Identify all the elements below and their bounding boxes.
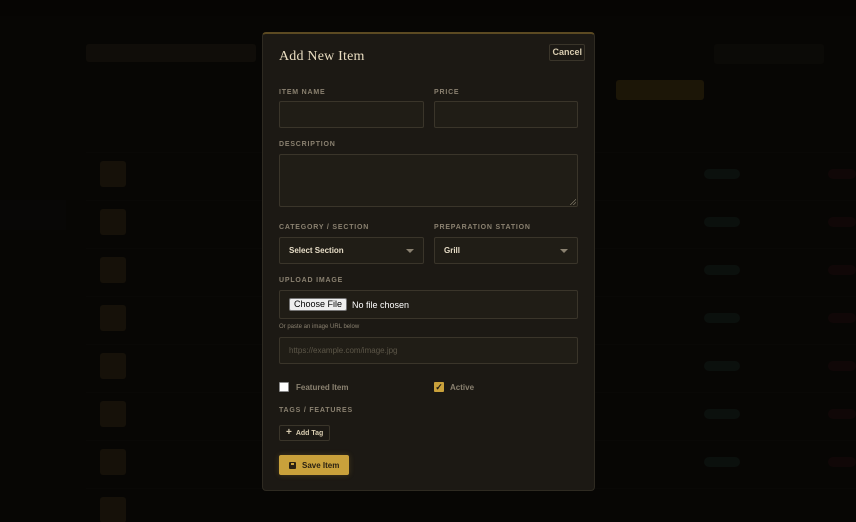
chevron-down-icon xyxy=(560,249,568,253)
cancel-button[interactable]: Cancel xyxy=(549,44,585,61)
station-label: PREPARATION STATION xyxy=(434,224,531,231)
modal-title: Add New Item xyxy=(279,49,365,64)
category-select[interactable]: Select Section xyxy=(279,237,424,264)
save-item-button[interactable]: Save Item xyxy=(279,455,350,475)
checkmark-icon: ✓ xyxy=(435,382,443,392)
image-url-hint: Or paste an image URL below xyxy=(279,324,360,330)
choose-file-button[interactable]: Choose File xyxy=(289,298,348,311)
price-input[interactable] xyxy=(434,101,578,128)
chevron-down-icon xyxy=(406,249,414,253)
save-disk-icon xyxy=(289,461,296,469)
description-label: DESCRIPTION xyxy=(279,141,336,148)
add-item-modal: Add New Item Cancel ITEM NAME PRICE DESC… xyxy=(262,32,595,491)
file-status: No file chosen xyxy=(352,299,410,310)
resize-handle-icon[interactable] xyxy=(570,199,576,205)
description-textarea[interactable] xyxy=(279,154,578,207)
item-name-label: ITEM NAME xyxy=(279,89,326,96)
category-selected-value: Select Section xyxy=(289,246,344,255)
featured-label: Featured Item xyxy=(296,383,349,392)
category-label: CATEGORY / SECTION xyxy=(279,224,370,231)
item-name-input[interactable] xyxy=(279,101,424,128)
plus-icon: + xyxy=(286,427,292,438)
save-item-label: Save Item xyxy=(302,460,340,470)
add-tag-button[interactable]: + Add Tag xyxy=(279,425,331,441)
price-label: PRICE xyxy=(434,89,460,96)
tags-label: TAGS / FEATURES xyxy=(279,407,353,414)
image-url-input[interactable]: https://example.com/image.jpg xyxy=(279,337,578,364)
station-select[interactable]: Grill xyxy=(434,237,578,264)
image-url-placeholder: https://example.com/image.jpg xyxy=(289,346,398,355)
file-input[interactable]: Choose File No file chosen xyxy=(279,290,578,319)
featured-checkbox[interactable] xyxy=(279,382,289,392)
add-tag-label: Add Tag xyxy=(295,429,324,437)
upload-image-label: UPLOAD IMAGE xyxy=(279,277,344,284)
station-selected-value: Grill xyxy=(444,246,461,255)
active-checkbox[interactable]: ✓ xyxy=(434,382,444,392)
active-label: Active xyxy=(450,383,475,392)
